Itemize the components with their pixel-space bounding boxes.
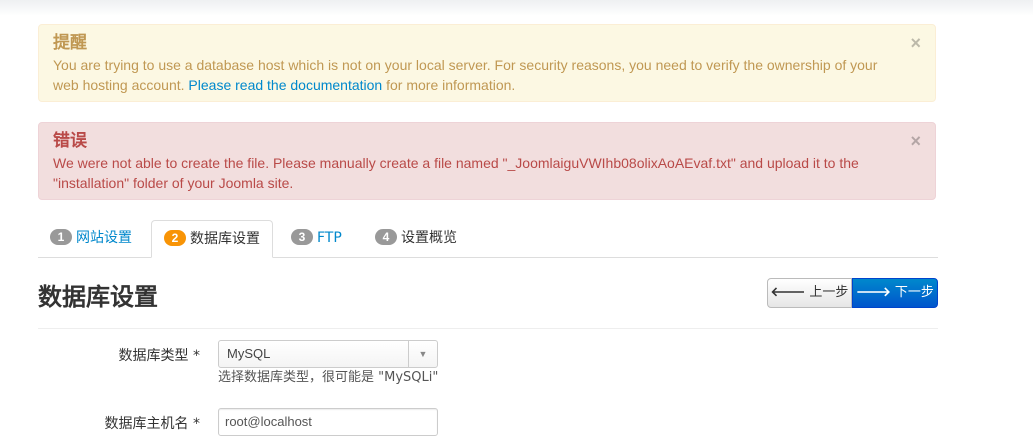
documentation-link[interactable]: Please read the documentation [188, 77, 382, 93]
db-type-help: 选择数据库类型，很可能是 "MySQLi" [218, 370, 439, 385]
tab-database-settings[interactable]: 2 数据库设置 [151, 220, 273, 258]
arrow-right-icon: 🡒 [856, 285, 891, 300]
db-host-label: 数据库主机名 * [104, 416, 200, 432]
tab-label: 网站设置 [76, 230, 132, 246]
tab-label: 设置概览 [401, 230, 457, 246]
warning-heading: 提醒 [53, 33, 87, 53]
page-title: 数据库设置 [38, 283, 158, 311]
error-message: We were not able to create the file. Ple… [53, 155, 859, 191]
step-badge: 2 [164, 230, 186, 246]
step-tabs: 1 网站设置 2 数据库设置 3 FTP 4 设置概览 [38, 220, 938, 258]
arrow-left-icon: 🡐 [770, 285, 806, 300]
db-type-select[interactable]: MySQL ▼ [218, 340, 438, 368]
chevron-down-icon: ▼ [408, 341, 437, 367]
tab-label: FTP [317, 230, 342, 246]
db-type-label: 数据库类型 * [118, 348, 200, 364]
warning-text-after: for more information. [382, 77, 516, 93]
next-button[interactable]: 🡒 下一步 [852, 278, 938, 308]
tab-overview[interactable]: 4 设置概览 [363, 220, 469, 256]
tab-label: 数据库设置 [190, 231, 260, 247]
next-label: 下一步 [894, 285, 934, 300]
error-heading: 错误 [53, 131, 87, 151]
warning-alert: 提醒 You are trying to use a database host… [38, 24, 936, 102]
warning-close-icon[interactable]: × [910, 33, 921, 53]
step-badge: 3 [291, 229, 313, 245]
top-bar [0, 0, 1033, 16]
previous-label: 上一步 [809, 285, 849, 300]
warning-message: You are trying to use a database host wh… [53, 55, 895, 95]
tab-site-settings[interactable]: 1 网站设置 [38, 220, 144, 256]
section-divider [38, 328, 938, 329]
step-badge: 1 [50, 229, 72, 245]
error-close-icon[interactable]: × [910, 131, 921, 151]
previous-button[interactable]: 🡐 上一步 [767, 278, 852, 308]
db-host-input[interactable]: root@localhost [218, 408, 438, 436]
error-alert: 错误 We were not able to create the file. … [38, 122, 936, 200]
db-type-value: MySQL [227, 346, 271, 361]
tab-ftp[interactable]: 3 FTP [279, 220, 354, 256]
step-badge: 4 [375, 229, 397, 245]
